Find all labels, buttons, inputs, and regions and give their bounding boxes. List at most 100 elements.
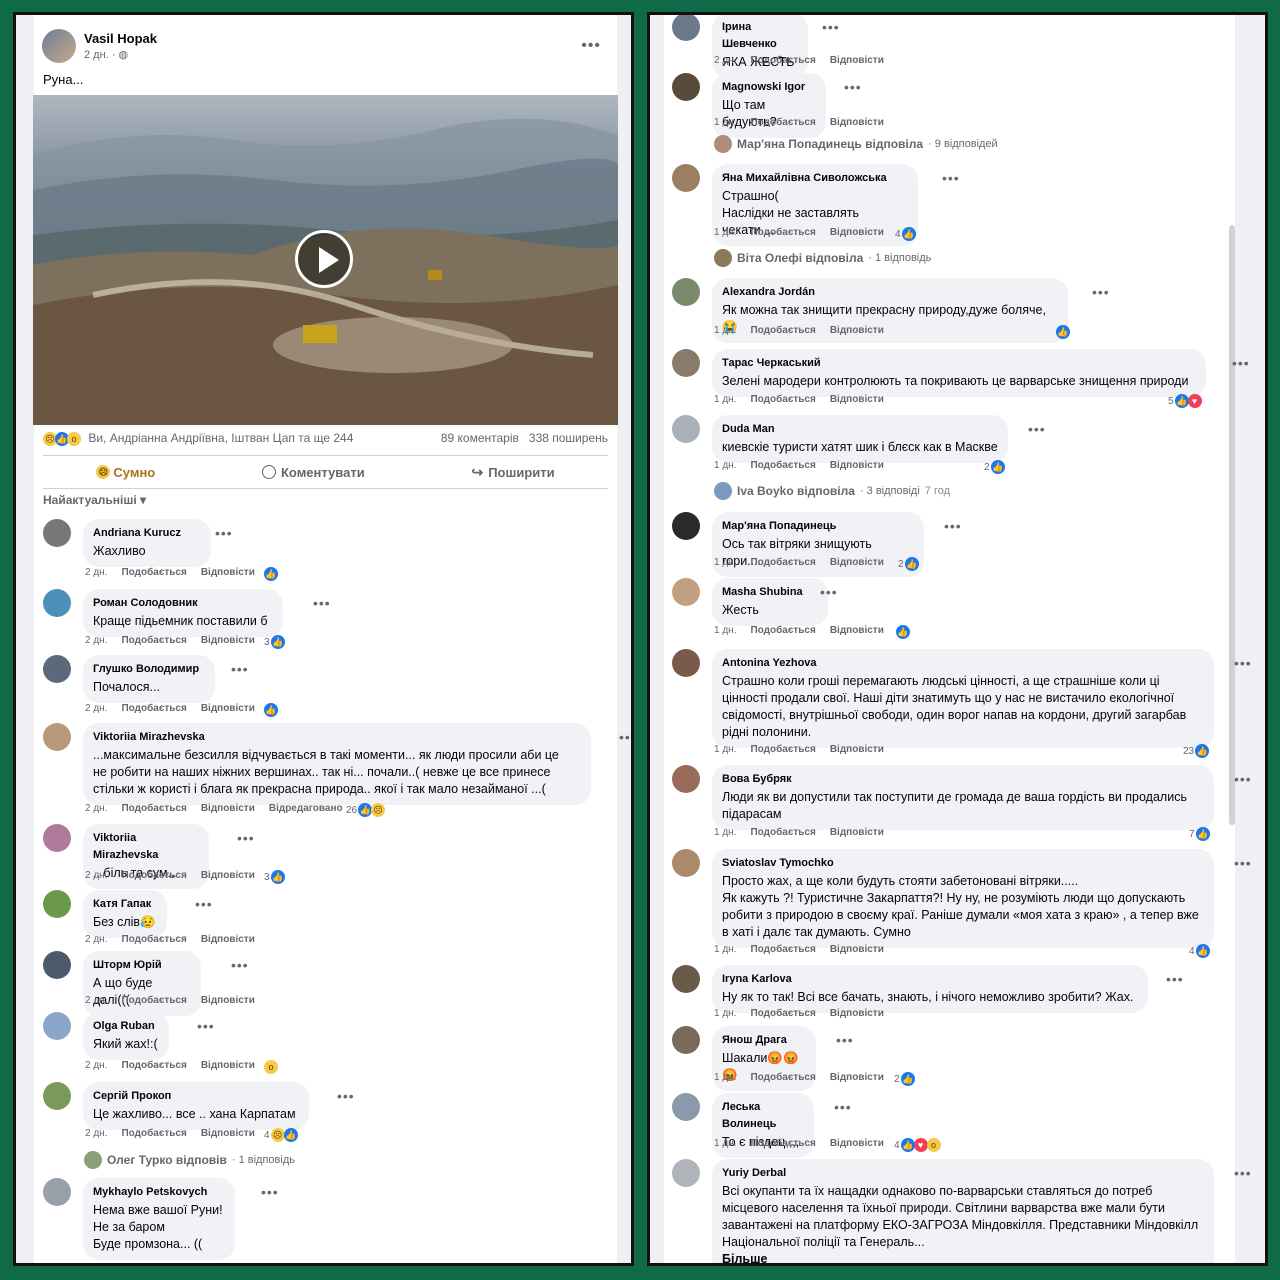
like-link[interactable]: Подобається (121, 703, 186, 714)
comment-reaction-count[interactable]: 👍 (896, 625, 910, 639)
commenter-name[interactable]: Duda Man (722, 421, 998, 438)
see-more-link[interactable]: Більше (722, 1252, 767, 1263)
comment-age[interactable]: 1 дн. (714, 460, 736, 471)
share-button[interactable]: ↪ Поширити (471, 464, 554, 481)
comment-reaction-count[interactable]: 3 👍 (264, 635, 285, 649)
comment-age[interactable]: 1 дн. (714, 227, 736, 238)
commenter-avatar[interactable] (43, 824, 71, 852)
view-replies-link[interactable]: Iva Boyko відповіла · 3 відповіді 7 год (714, 482, 950, 500)
reply-link[interactable]: Відповісти (201, 870, 255, 881)
commenter-name[interactable]: Тарас Черкаський (722, 355, 1196, 372)
commenter-avatar[interactable] (43, 951, 71, 979)
like-link[interactable]: Подобається (750, 227, 815, 238)
commenter-avatar[interactable] (672, 578, 700, 606)
like-link[interactable]: Подобається (750, 1008, 815, 1019)
commenter-avatar[interactable] (672, 965, 700, 993)
reply-link[interactable]: Відповісти (830, 625, 884, 636)
like-link[interactable]: Подобається (750, 827, 815, 838)
commenter-avatar[interactable] (43, 1012, 71, 1040)
commenter-name[interactable]: Ірина Шевченко (722, 19, 798, 53)
comment-age[interactable]: 1 дн. (714, 117, 736, 128)
commenter-name[interactable]: Яна Михайлівна Сиволожська (722, 170, 908, 187)
like-link[interactable]: Подобається (750, 944, 815, 955)
commenter-avatar[interactable] (43, 1082, 71, 1110)
like-link[interactable]: Подобається (121, 803, 186, 814)
commenter-avatar[interactable] (672, 649, 700, 677)
comment-options-icon[interactable]: ••• (836, 1032, 854, 1048)
comment-options-icon[interactable]: ••• (1234, 771, 1252, 787)
comment-reaction-count[interactable]: 4 ☹ 👍 (264, 1128, 298, 1142)
reply-link[interactable]: Відповісти (830, 325, 884, 336)
comment-age[interactable]: 1 дн. (714, 325, 736, 336)
commenter-avatar[interactable] (43, 655, 71, 683)
comment-options-icon[interactable]: ••• (215, 525, 233, 541)
comment-age[interactable]: 1 дн. (714, 557, 736, 568)
commenter-name[interactable]: Роман Солодовник (93, 595, 273, 612)
reply-link[interactable]: Відповісти (830, 394, 884, 405)
comment-reaction-count[interactable]: 3 👍 (264, 870, 285, 884)
comment-options-icon[interactable]: ••• (231, 957, 249, 973)
reply-link[interactable]: Відповісти (830, 117, 884, 128)
commenter-name[interactable]: Alexandra Jordán (722, 284, 1058, 301)
commenter-avatar[interactable] (672, 1159, 700, 1187)
like-link[interactable]: Подобається (750, 117, 815, 128)
commenter-avatar[interactable] (672, 512, 700, 540)
view-replies-link[interactable]: Віта Олефі відповіла · 1 відповідь (714, 249, 931, 267)
reply-link[interactable]: Відповісти (201, 934, 255, 945)
comments-count[interactable]: 89 коментарів (441, 431, 519, 445)
like-link[interactable]: Подобається (121, 870, 186, 881)
comment-age[interactable]: 2 дн. (85, 803, 107, 814)
play-button[interactable] (295, 230, 353, 288)
comment-options-icon[interactable]: ••• (313, 595, 331, 611)
commenter-name[interactable]: Катя Гапак (93, 896, 157, 913)
comment-options-icon[interactable]: ••• (820, 584, 838, 600)
comment-reaction-count[interactable]: 2 👍 (894, 1072, 915, 1086)
like-link[interactable]: Подобається (750, 394, 815, 405)
more-options-icon[interactable]: ••• (581, 37, 601, 55)
comment-options-icon[interactable]: ••• (822, 19, 840, 35)
comment-age[interactable]: 1 дн. (714, 1008, 736, 1019)
reply-link[interactable]: Відповісти (830, 1138, 884, 1149)
comment-age[interactable]: 1 дн. (714, 944, 736, 955)
comment-reaction-count[interactable]: 2 👍 (984, 460, 1005, 474)
like-link[interactable]: Подобається (121, 1060, 186, 1071)
commenter-avatar[interactable] (672, 415, 700, 443)
commenter-avatar[interactable] (672, 73, 700, 101)
comment-age[interactable]: 2 дн. (85, 1128, 107, 1139)
like-link[interactable]: Подобається (750, 325, 815, 336)
commenter-avatar[interactable] (672, 849, 700, 877)
comment-age[interactable]: 2 дн. (85, 870, 107, 881)
commenter-avatar[interactable] (672, 1093, 700, 1121)
comment-age[interactable]: 1 дн. (714, 394, 736, 405)
commenter-name[interactable]: Iryna Karlova (722, 971, 1138, 988)
reply-link[interactable]: Відповісти (201, 635, 255, 646)
reply-link[interactable]: Відповісти (201, 803, 255, 814)
like-link[interactable]: Подобається (121, 635, 186, 646)
post-time[interactable]: 2 дн. · (84, 49, 115, 61)
like-link[interactable]: Подобається (121, 1128, 186, 1139)
commenter-avatar[interactable] (672, 164, 700, 192)
comment-options-icon[interactable]: ••• (1234, 655, 1252, 671)
comment-options-icon[interactable]: ••• (1234, 855, 1252, 871)
comment-age[interactable]: 1 дн. (714, 827, 736, 838)
reply-link[interactable]: Відповісти (830, 460, 884, 471)
comment-reaction-count[interactable]: 7 👍 (1189, 827, 1210, 841)
reply-link[interactable]: Відповісти (830, 827, 884, 838)
comment-options-icon[interactable]: ••• (844, 79, 862, 95)
like-link[interactable]: Подобається (750, 744, 815, 755)
comment-options-icon[interactable]: ••• (195, 896, 213, 912)
comment-age[interactable]: 2 дн. (85, 703, 107, 714)
like-link[interactable]: Подобається (750, 557, 815, 568)
commenter-avatar[interactable] (43, 723, 71, 751)
like-link[interactable]: Подобається (750, 460, 815, 471)
reply-link[interactable]: Відповісти (830, 227, 884, 238)
commenter-name[interactable]: Magnowski Igor (722, 79, 816, 96)
commenter-avatar[interactable] (672, 1026, 700, 1054)
comment-options-icon[interactable]: ••• (942, 170, 960, 186)
reply-link[interactable]: Відповісти (830, 557, 884, 568)
reply-link[interactable]: Відповісти (830, 1072, 884, 1083)
comment-age[interactable]: 2 дн. (85, 995, 107, 1006)
comment-age[interactable]: 1 дн. (714, 1138, 736, 1149)
scrollbar[interactable] (1229, 225, 1235, 825)
comment-options-icon[interactable]: ••• (231, 661, 249, 677)
